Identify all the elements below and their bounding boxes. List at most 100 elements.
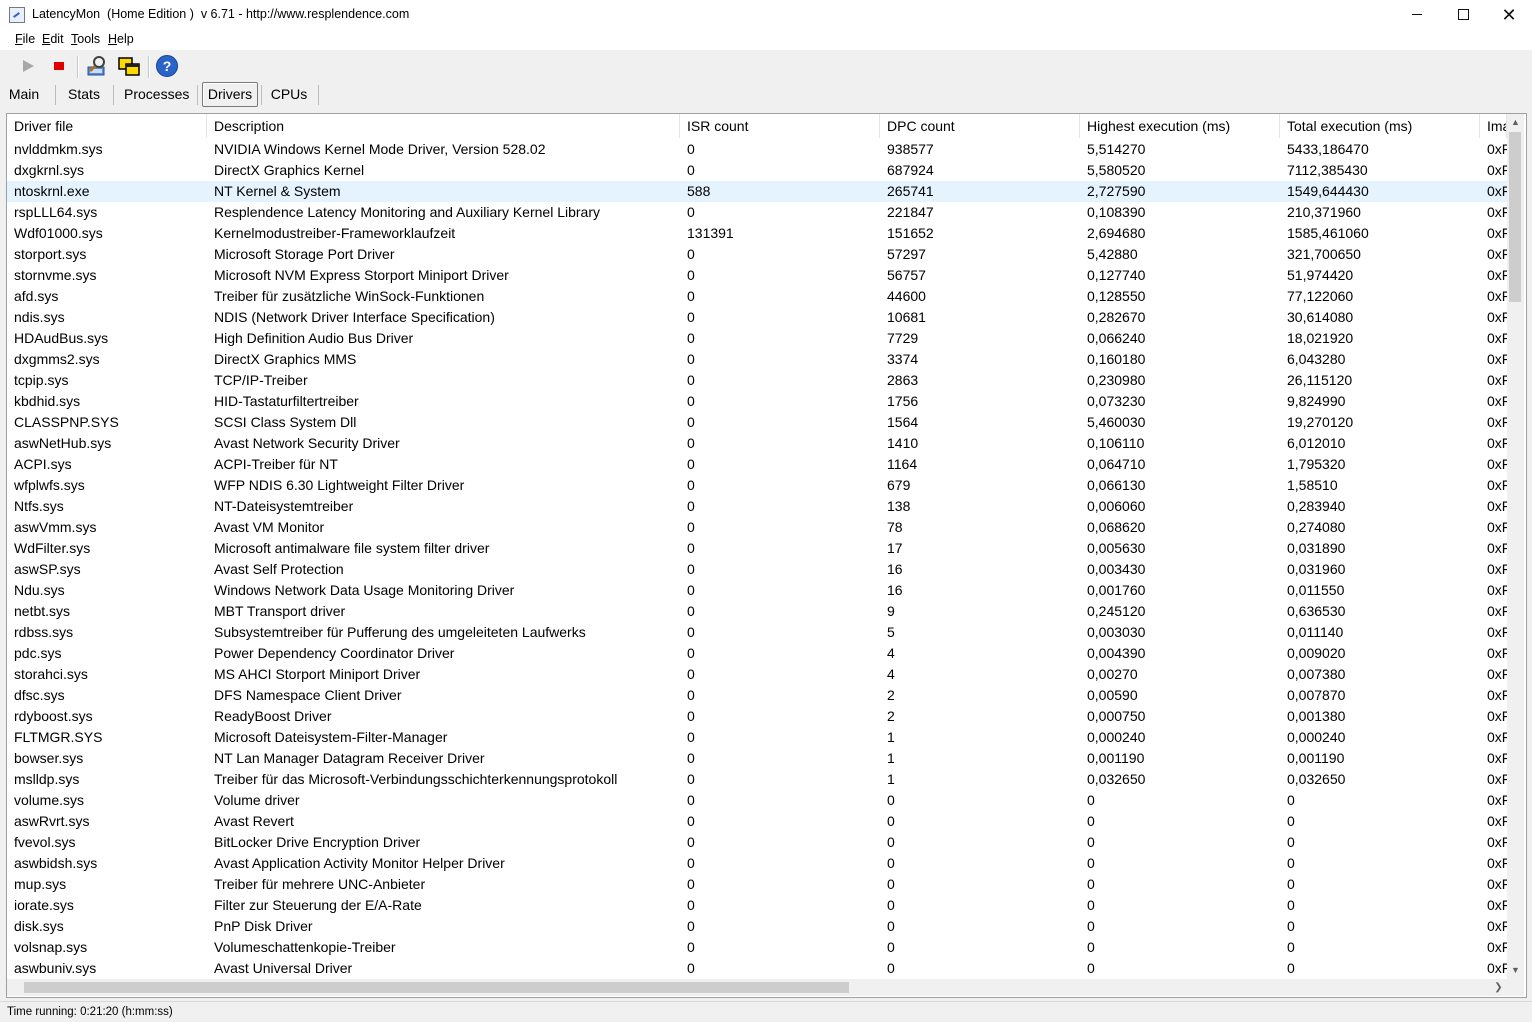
close-icon: ✕ bbox=[1501, 5, 1517, 25]
menu-help[interactable]: Help bbox=[108, 32, 134, 46]
isr-count-cell: 0 bbox=[687, 141, 695, 157]
table-row[interactable]: disk.sys PnP Disk Driver 0 0 0 0 0xF bbox=[7, 916, 1507, 937]
toolbar-separator bbox=[77, 56, 79, 78]
dpc-count-cell: 9 bbox=[887, 603, 895, 619]
tab-drivers[interactable]: Drivers bbox=[202, 82, 258, 107]
description-cell: High Definition Audio Bus Driver bbox=[214, 330, 414, 346]
drivers-list[interactable]: Driver file Description ISR count DPC co… bbox=[6, 113, 1527, 998]
image-cell: 0xF bbox=[1487, 435, 1507, 451]
description-cell: DirectX Graphics Kernel bbox=[214, 162, 365, 178]
table-row[interactable]: afd.sys Treiber für zusätzliche WinSock-F… bbox=[7, 286, 1507, 307]
tab-stats[interactable]: Stats bbox=[66, 84, 102, 105]
minimize-button[interactable] bbox=[1394, 0, 1440, 30]
scroll-right-icon[interactable]: ❯ bbox=[1490, 979, 1507, 996]
table-row[interactable]: pdc.sys Power Dependency Coordinator Driv… bbox=[7, 643, 1507, 664]
table-row[interactable]: CLASSPNP.SYS SCSI Class System Dll 0 1564 5,… bbox=[7, 412, 1507, 433]
description-cell: Subsystemtreiber für Pufferung des umgel… bbox=[214, 624, 586, 640]
scroll-down-icon[interactable]: ▼ bbox=[1507, 962, 1524, 979]
table-row[interactable]: volume.sys Volume driver 0 0 0 0 0xF bbox=[7, 790, 1507, 811]
menu-edit[interactable]: Edit bbox=[42, 32, 64, 46]
help-icon[interactable]: ? bbox=[156, 55, 178, 77]
scroll-up-icon[interactable]: ▲ bbox=[1507, 114, 1524, 131]
tab-cpus[interactable]: CPUs bbox=[270, 84, 308, 105]
column-header-dpc-count[interactable]: DPC count bbox=[880, 114, 1080, 138]
dpc-count-cell: 10681 bbox=[887, 309, 926, 325]
table-row[interactable]: rspLLL64.sys Resplendence Latency Monitor… bbox=[7, 202, 1507, 223]
table-row[interactable]: Ntfs.sys NT-Dateisystemtreiber 0 138 0,00606… bbox=[7, 496, 1507, 517]
analyze-icon[interactable] bbox=[85, 55, 107, 77]
table-row[interactable]: FLTMGR.SYS Microsoft Dateisystem-Filter-M… bbox=[7, 727, 1507, 748]
table-row[interactable]: HDAudBus.sys High Definition Audio Bus Dr… bbox=[7, 328, 1507, 349]
total-execution-cell: 0 bbox=[1287, 876, 1295, 892]
vertical-scrollbar[interactable]: ▲ ▼ bbox=[1507, 114, 1524, 979]
dpc-count-cell: 3374 bbox=[887, 351, 919, 367]
table-row[interactable]: bowser.sys NT Lan Manager Datagram Receiv… bbox=[7, 748, 1507, 769]
table-row[interactable]: ndis.sys NDIS (Network Driver Interface S… bbox=[7, 307, 1507, 328]
windows-icon[interactable] bbox=[117, 55, 140, 77]
table-row[interactable]: nvlddmkm.sys NVIDIA Windows Kernel Mode D… bbox=[7, 139, 1507, 160]
table-row[interactable]: volsnap.sys Volumeschattenkopie-Treiber 0 0… bbox=[7, 937, 1507, 958]
maximize-button[interactable] bbox=[1440, 0, 1486, 30]
table-row[interactable]: tcpip.sys TCP/IP-Treiber 0 2863 0,230980 26,1… bbox=[7, 370, 1507, 391]
table-row[interactable]: iorate.sys Filter zur Steuerung der E/A-R… bbox=[7, 895, 1507, 916]
table-row[interactable]: Ndu.sys Windows Network Data Usage Monito… bbox=[7, 580, 1507, 601]
table-row[interactable]: aswVmm.sys Avast VM Monitor 0 78 0,068620 0,2… bbox=[7, 517, 1507, 538]
total-execution-cell: 6,043280 bbox=[1287, 351, 1346, 367]
table-row[interactable]: wfplwfs.sys WFP NDIS 6.30 Lightweight Fil… bbox=[7, 475, 1507, 496]
column-header-driver-file[interactable]: Driver file bbox=[7, 114, 207, 138]
table-row[interactable]: storahci.sys MS AHCI Storport Miniport Dr… bbox=[7, 664, 1507, 685]
dpc-count-cell: 138 bbox=[887, 498, 911, 514]
table-row[interactable]: aswbidsh.sys Avast Application Activity M… bbox=[7, 853, 1507, 874]
column-header-total-execution[interactable]: Total execution (ms) bbox=[1280, 114, 1480, 138]
table-row[interactable]: stornvme.sys Microsoft NVM Express Storpo… bbox=[7, 265, 1507, 286]
vertical-scroll-thumb[interactable] bbox=[1509, 132, 1521, 302]
table-row[interactable]: Wdf01000.sys Kernelmodustreiber-Framework… bbox=[7, 223, 1507, 244]
table-row[interactable]: ntoskrnl.exe NT Kernel & System 588 265741 2… bbox=[7, 181, 1507, 202]
tab-main[interactable]: Main bbox=[8, 84, 40, 105]
description-cell: NT Kernel & System bbox=[214, 183, 341, 199]
dpc-count-cell: 16 bbox=[887, 582, 903, 598]
column-header-isr-count[interactable]: ISR count bbox=[680, 114, 880, 138]
table-row[interactable]: mslldp.sys Treiber für das Microsoft-Verb… bbox=[7, 769, 1507, 790]
table-row[interactable]: dxgmms2.sys DirectX Graphics MMS 0 3374 0,16… bbox=[7, 349, 1507, 370]
table-row[interactable]: netbt.sys MBT Transport driver 0 9 0,245120 0… bbox=[7, 601, 1507, 622]
stop-icon[interactable] bbox=[48, 55, 70, 77]
time-running: Time running: 0:21:20 (h:mm:ss) bbox=[7, 1006, 173, 1018]
table-row[interactable]: aswRvrt.sys Avast Revert 0 0 0 0 0xF bbox=[7, 811, 1507, 832]
column-header-highest-execution[interactable]: Highest execution (ms) bbox=[1080, 114, 1280, 138]
isr-count-cell: 0 bbox=[687, 267, 695, 283]
driver-file-cell: nvlddmkm.sys bbox=[14, 141, 103, 157]
table-row[interactable]: mup.sys Treiber für mehrere UNC-Anbieter 0… bbox=[7, 874, 1507, 895]
tab-processes[interactable]: Processes bbox=[124, 84, 189, 105]
play-icon[interactable] bbox=[17, 55, 39, 77]
table-row[interactable]: fvevol.sys BitLocker Drive Encryption Dri… bbox=[7, 832, 1507, 853]
table-row[interactable]: rdbss.sys Subsystemtreiber für Pufferung … bbox=[7, 622, 1507, 643]
latencymon-app-icon[interactable] bbox=[9, 7, 25, 23]
table-row[interactable]: aswNetHub.sys Avast Network Security Driv… bbox=[7, 433, 1507, 454]
table-row[interactable]: aswSP.sys Avast Self Protection 0 16 0,00343… bbox=[7, 559, 1507, 580]
dpc-count-cell: 0 bbox=[887, 834, 895, 850]
table-row[interactable]: kbdhid.sys HID-Tastaturfiltertreiber 0 1756… bbox=[7, 391, 1507, 412]
table-row[interactable]: dfsc.sys DFS Namespace Client Driver 0 2 0,0… bbox=[7, 685, 1507, 706]
close-button[interactable]: ✕ bbox=[1486, 0, 1532, 30]
table-row[interactable]: rdyboost.sys ReadyBoost Driver 0 2 0,000750 0… bbox=[7, 706, 1507, 727]
image-cell: 0xF bbox=[1487, 918, 1507, 934]
table-row[interactable]: WdFilter.sys Microsoft antimalware file s… bbox=[7, 538, 1507, 559]
image-cell: 0xF bbox=[1487, 519, 1507, 535]
horizontal-scroll-thumb[interactable] bbox=[24, 982, 849, 993]
column-header-description[interactable]: Description bbox=[207, 114, 680, 138]
table-row[interactable]: storport.sys Microsoft Storage Port Drive… bbox=[7, 244, 1507, 265]
image-cell: 0xF bbox=[1487, 477, 1507, 493]
menu-tools[interactable]: Tools bbox=[71, 32, 100, 46]
table-row[interactable]: ACPI.sys ACPI-Treiber für NT 0 1164 0,064710… bbox=[7, 454, 1507, 475]
scroll-left-icon[interactable] bbox=[7, 979, 24, 996]
table-row[interactable]: aswbuniv.sys Avast Universal Driver 0 0 0 0 0x… bbox=[7, 958, 1507, 979]
image-cell: 0xF bbox=[1487, 687, 1507, 703]
column-header-image[interactable]: Ima bbox=[1480, 114, 1507, 138]
driver-file-cell: ACPI.sys bbox=[14, 456, 72, 472]
dpc-count-cell: 0 bbox=[887, 939, 895, 955]
table-row[interactable]: dxgkrnl.sys DirectX Graphics Kernel 0 68792… bbox=[7, 160, 1507, 181]
menu-file[interactable]: File bbox=[15, 32, 35, 46]
horizontal-scrollbar[interactable]: ❯ bbox=[7, 979, 1507, 996]
minimize-icon bbox=[1412, 14, 1422, 16]
